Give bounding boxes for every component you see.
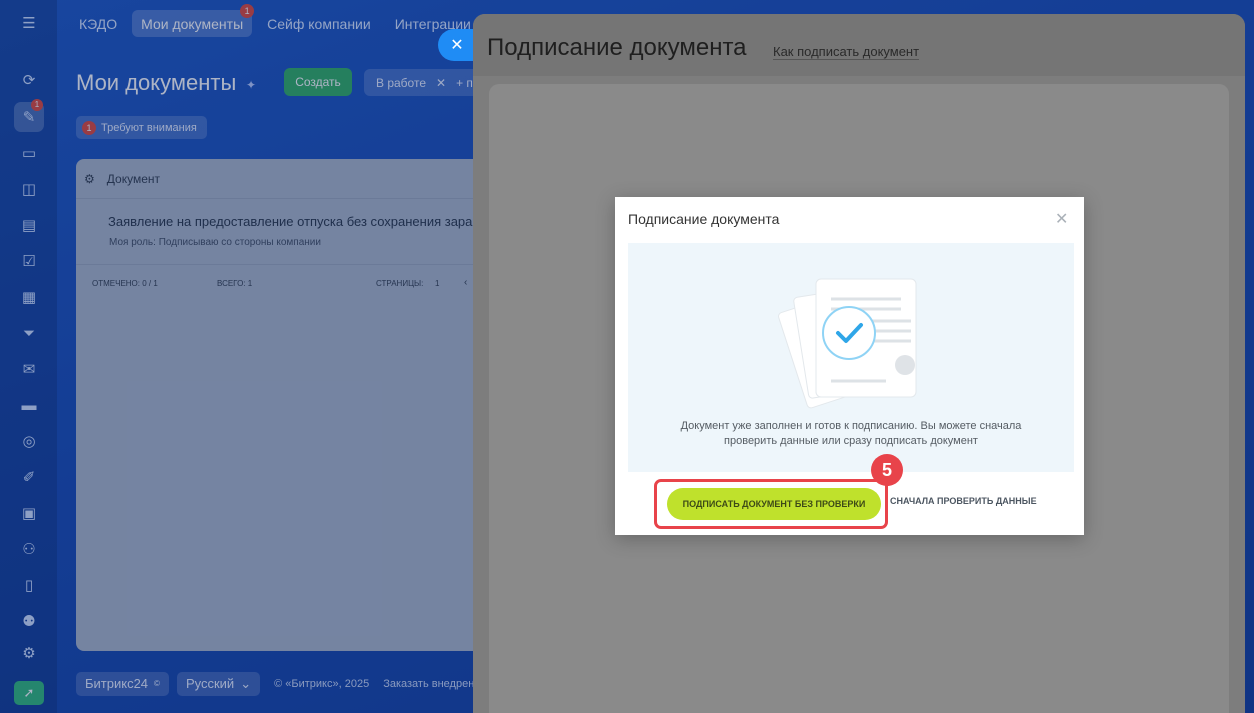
help-link[interactable]: Как подписать документ <box>773 44 920 60</box>
slider-title: Подписание документа <box>487 34 747 61</box>
modal-content: Документ уже заполнен и готов к подписан… <box>628 243 1074 472</box>
signing-modal: Подписание документа ✕ Документ уже запо… <box>615 197 1084 535</box>
description-line-1: Документ уже заполнен и готов к подписан… <box>680 420 1022 432</box>
slider-header: Подписание документа Как подписать докум… <box>473 14 1245 76</box>
step-number-badge: 5 <box>871 454 903 486</box>
documents-illustration <box>778 278 917 409</box>
modal-description: Документ уже заполнен и готов к подписан… <box>648 419 1054 449</box>
sign-without-check-button[interactable]: ПОДПИСАТЬ ДОКУМЕНТ БЕЗ ПРОВЕРКИ <box>667 488 881 520</box>
check-data-first-button[interactable]: СНАЧАЛА ПРОВЕРИТЬ ДАННЫЕ <box>890 496 1037 506</box>
slider-close-button[interactable]: ✕ <box>438 29 476 61</box>
close-icon[interactable]: ✕ <box>1055 209 1068 229</box>
description-line-2: проверить данные или сразу подписать док… <box>724 435 978 447</box>
modal-title: Подписание документа <box>628 211 780 227</box>
